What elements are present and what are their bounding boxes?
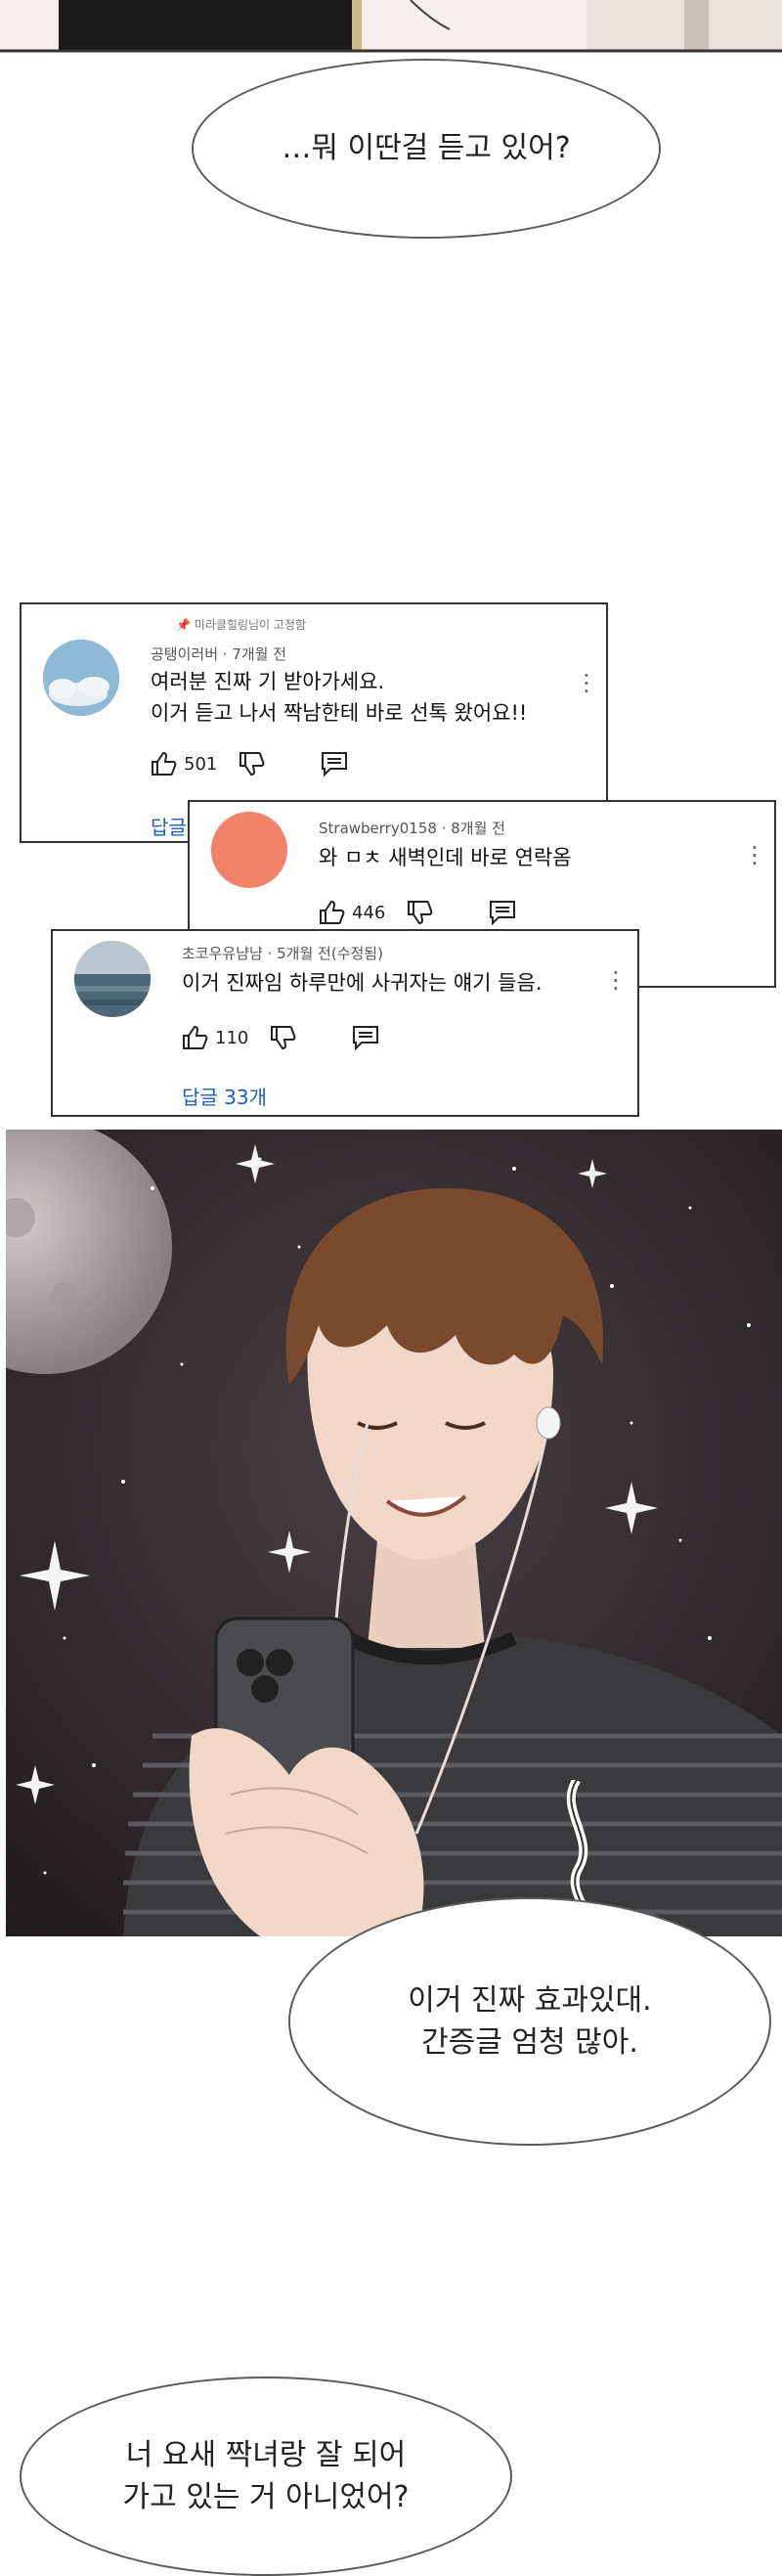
comment-meta: Strawberry0158 · 8개월 전 [319,818,505,838]
replies-count-button[interactable]: 답글 33개 [182,1082,267,1110]
dislike-button[interactable] [270,1025,297,1050]
thumb-up-icon [152,751,177,776]
like-button[interactable]: 501 [151,751,217,777]
comment-author[interactable]: Strawberry0158 [319,820,437,837]
top-panel [0,0,782,54]
meta-separator: · [441,820,452,837]
meta-separator: · [222,645,233,663]
like-count: 501 [184,753,218,775]
comment-actions: 501 [151,751,348,777]
like-button[interactable]: 110 [182,1025,248,1050]
comment-icon [490,901,516,925]
dislike-button[interactable] [407,900,434,925]
speech-tail-middle [566,1780,591,1917]
thumb-down-icon [271,1026,296,1050]
avatar[interactable] [74,941,151,1017]
comment-actions: 110 [182,1025,379,1050]
thumb-up-icon [320,900,345,924]
speech-text-top: …뭐 이딴걸 듣고 있어? [282,131,571,166]
meta-separator: · [267,945,278,962]
night-sky-panel [6,1130,782,1936]
speech-bubble-middle: 이거 진짜 효과있대. 간증글 엄청 많아. [288,1897,771,2146]
avatar[interactable] [43,640,119,716]
like-count: 110 [215,1027,249,1048]
speech-bubble-bottom: 너 요새 짝녀랑 잘 되어 가고 있는 거 아니었어? [20,2376,512,2576]
more-vert-icon[interactable]: ⋮ [575,669,598,696]
like-count: 446 [352,902,386,923]
comment-text: 여러분 진짜 기 받아가세요. 이거 듣고 나서 짝남한테 바로 선톡 왔어요!… [151,670,528,725]
comment-author[interactable]: 공탱이러버 [151,645,218,663]
more-vert-icon[interactable]: ⋮ [743,841,766,868]
pinned-label: 미라클힐링님이 고정함 [194,618,306,632]
like-button[interactable]: 446 [319,900,385,925]
comment-meta: 공탱이러버 · 7개월 전 [151,644,286,664]
comment-card-3: 초코우유냠냠 · 5개월 전(수정됨) 이거 진짜임 하루만에 사귀자는 얘기 … [51,929,639,1117]
more-vert-icon[interactable]: ⋮ [604,966,628,994]
thumb-up-icon [183,1025,208,1049]
speech-bubble-top: …뭐 이딴걸 듣고 있어? [192,59,661,239]
top-panel-art [0,0,782,53]
comment-reply-icon-button[interactable] [321,751,348,777]
speech-text-middle: 이거 진짜 효과있대. 간증글 엄청 많아. [408,1982,652,2061]
boy-listening-illustration [6,1130,782,1936]
reply-button[interactable]: 답글 [151,812,187,840]
comment-time[interactable]: 7개월 전 [232,645,286,663]
comment-text: 이거 진짜임 하루만에 사귀자는 얘기 들음. [182,971,543,995]
thumb-down-icon [239,752,265,777]
comment-icon [322,752,348,777]
comment-author[interactable]: 초코우유냠냠 [182,945,263,962]
thumb-down-icon [408,901,433,925]
dislike-button[interactable] [239,751,266,777]
comment-time[interactable]: 8개월 전 [451,820,505,837]
avatar-sea-image [74,941,151,1017]
comment-text: 와 ㅁㅊ 새벽인데 바로 연락옴 [319,846,572,869]
comment-actions: 446 [319,900,516,925]
comment-reply-icon-button[interactable] [489,900,516,925]
comment-meta: 초코우유냠냠 · 5개월 전(수정됨) [182,943,383,963]
avatar-cloud-image [43,640,119,716]
comment-icon [353,1026,379,1050]
comment-time[interactable]: 5개월 전(수정됨) [277,945,383,962]
comment-reply-icon-button[interactable] [352,1025,379,1050]
avatar[interactable] [211,812,287,888]
speech-text-bottom: 너 요새 짝녀랑 잘 되어 가고 있는 거 아니었어? [122,2437,410,2515]
pinned-note: 📌 미라클힐링님이 고정함 [176,616,306,633]
pin-icon: 📌 [176,618,191,632]
